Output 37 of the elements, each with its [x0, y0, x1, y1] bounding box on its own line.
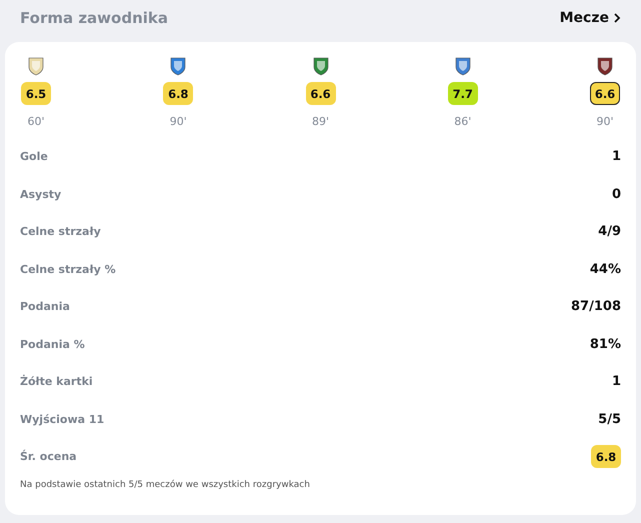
minutes-played: 86' — [454, 115, 472, 128]
stat-label: Celne strzały — [20, 225, 101, 238]
stat-label: Celne strzały % — [20, 262, 116, 276]
crest-icon — [169, 56, 188, 76]
footnote: Na podstawie ostatnich 5/5 meczów we wszystkich rozgrywkach — [20, 480, 311, 490]
crest-icon — [454, 56, 472, 76]
stat-label: Asysty — [20, 188, 62, 201]
stat-label: Żółte kartki — [20, 375, 93, 388]
rating-badge: 6.8 — [163, 82, 194, 105]
minutes-played: 90' — [170, 115, 187, 128]
stat-value: 5/5 — [598, 412, 621, 427]
crest-icon — [27, 56, 45, 76]
minutes-played: 90' — [596, 115, 614, 128]
chevron-right-icon — [613, 13, 621, 23]
stat-value: 1 — [612, 374, 621, 390]
stat-value: 87/108 — [571, 299, 621, 314]
stat-value: 44% — [590, 262, 621, 277]
rating-badge: 7.7 — [448, 82, 478, 105]
stat-label: Podania % — [20, 338, 85, 351]
matches-link[interactable]: Mecze — [560, 10, 621, 26]
stat-value: 81% — [590, 336, 621, 352]
minutes-played: 60' — [27, 115, 45, 128]
rating-badge: 6.8 — [591, 445, 621, 468]
rating-badge: 6.6 — [306, 82, 336, 105]
section-title: Forma zawodnika — [20, 9, 168, 27]
stat-label: Podania — [20, 300, 70, 314]
stat-label: Gole — [20, 150, 48, 164]
crest-icon — [596, 56, 614, 76]
stat-value: 4/9 — [598, 224, 621, 240]
stat-label: Śr. ocena — [20, 450, 77, 464]
crest-icon — [312, 56, 330, 76]
rating-badge: 6.6 — [590, 82, 620, 105]
minutes-played: 89' — [312, 115, 330, 128]
rating-badge: 6.5 — [21, 82, 51, 105]
stat-value: 1 — [612, 149, 621, 164]
stat-value: 0 — [612, 186, 621, 202]
stat-label: Wyjściowa 11 — [20, 412, 104, 426]
